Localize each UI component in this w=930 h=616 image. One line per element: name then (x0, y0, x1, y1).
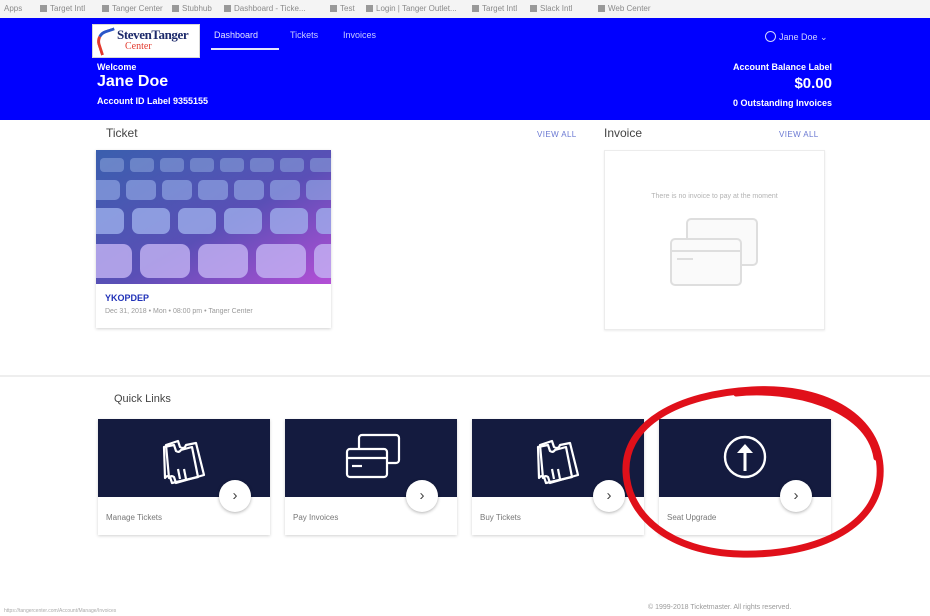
no-invoice-message: There is no invoice to pay at the moment (651, 193, 778, 200)
balance-label: Account Balance Label (732, 62, 832, 72)
user-menu-label: Jane Doe (779, 32, 818, 42)
bookmark-item[interactable]: Web Center (598, 4, 651, 13)
venue-seats-image (96, 150, 331, 284)
nav-active-indicator (211, 48, 279, 50)
user-name: Jane Doe (97, 73, 169, 90)
bookmark-item[interactable]: Target Intl (472, 4, 517, 13)
quick-link-label: Buy Tickets (480, 513, 521, 522)
chevron-right-icon[interactable]: › (406, 480, 438, 512)
bookmark-icon (40, 5, 47, 12)
account-id: Account ID Label 9355155 (97, 96, 209, 106)
invoice-section-title: Invoice (604, 126, 643, 140)
bookmark-icon (172, 5, 179, 12)
bookmark-apps[interactable]: Apps (4, 4, 22, 13)
chevron-down-icon: ⌄ (817, 32, 828, 42)
bookmark-icon (224, 5, 231, 12)
ticket-event-meta: Dec 31, 2018 • Mon • 08:00 pm • Tanger C… (105, 308, 253, 315)
bookmark-item[interactable]: Test (330, 4, 355, 13)
bookmark-icon (472, 5, 479, 12)
annotation-circle (622, 386, 884, 558)
nav-dashboard[interactable]: Dashboard (214, 30, 258, 40)
bookmark-item[interactable]: Stubhub (172, 4, 212, 13)
tickets-icon (536, 439, 580, 485)
tickets-icon (162, 439, 206, 485)
balance-value: $0.00 (794, 75, 832, 92)
welcome-label: Welcome (97, 62, 137, 72)
bookmark-icon (530, 5, 537, 12)
bookmark-item[interactable]: Dashboard - Ticke... (224, 4, 306, 13)
credit-cards-icon (670, 218, 758, 286)
user-menu[interactable]: Jane Doe ⌄ (765, 31, 828, 43)
user-icon (765, 31, 776, 42)
invoices-view-all-link[interactable]: VIEW ALL (779, 130, 819, 139)
logo-line2: Center (125, 41, 152, 52)
bookmark-item[interactable]: Target Intl (40, 4, 85, 13)
site-logo[interactable]: StevenTanger Center (92, 24, 200, 58)
quick-link-buy-tickets[interactable]: › Buy Tickets (472, 419, 644, 535)
bookmark-item[interactable]: Login | Tanger Outlet... (366, 4, 457, 13)
bookmark-icon (366, 5, 373, 12)
quick-link-label: Pay Invoices (293, 513, 339, 522)
chevron-right-icon[interactable]: › (219, 480, 251, 512)
ticket-event-code: YKOPDEP (105, 293, 150, 303)
bookmarks-bar: Apps Target Intl Tanger Center Stubhub D… (0, 0, 930, 19)
invoice-card: There is no invoice to pay at the moment (604, 150, 825, 330)
nav-tickets[interactable]: Tickets (290, 30, 318, 40)
ticket-card[interactable]: YKOPDEP Dec 31, 2018 • Mon • 08:00 pm • … (96, 150, 331, 328)
bookmark-item[interactable]: Tanger Center (102, 4, 163, 13)
quick-links-title: Quick Links (114, 393, 171, 405)
ticket-section-title: Ticket (106, 126, 138, 140)
bookmark-icon (598, 5, 605, 12)
status-bar-url: https://tangercenter.com/Account/Manage/… (4, 608, 117, 614)
nav-invoices[interactable]: Invoices (343, 30, 376, 40)
outstanding-invoices[interactable]: 0 Outstanding Invoices (733, 98, 832, 108)
bookmark-icon (330, 5, 337, 12)
credit-cards-icon (345, 433, 401, 479)
quick-link-pay-invoices[interactable]: › Pay Invoices (285, 419, 457, 535)
tickets-view-all-link[interactable]: VIEW ALL (537, 130, 577, 139)
quick-link-label: Manage Tickets (106, 513, 163, 522)
bookmark-icon (102, 5, 109, 12)
quick-link-manage-tickets[interactable]: › Manage Tickets (98, 419, 270, 535)
bookmark-item[interactable]: Slack Intl (530, 4, 572, 13)
site-header: StevenTanger Center Dashboard Tickets In… (0, 18, 930, 120)
section-divider (0, 375, 930, 377)
copyright: © 1999-2018 Ticketmaster. All rights res… (648, 604, 792, 611)
